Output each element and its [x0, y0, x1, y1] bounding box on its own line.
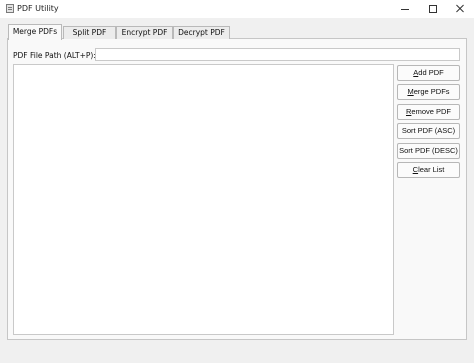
remove-pdf-button[interactable]: Remove PDF [397, 104, 460, 120]
clear-list-button[interactable]: Clear List [397, 162, 460, 178]
pdf-app-icon [6, 4, 14, 13]
merge-pdfs-button[interactable]: Merge PDFs [397, 84, 460, 100]
pdf-file-path-label: PDF File Path (ALT+P): [13, 51, 96, 60]
main-window: PDF Utility Merge PDFs Split PDF Encrypt… [0, 0, 474, 363]
tab-decrypt-pdf[interactable]: Decrypt PDF [173, 26, 230, 39]
sort-pdf-desc-button[interactable]: Sort PDF (DESC) [397, 143, 460, 159]
pdf-file-path-input[interactable] [95, 48, 460, 61]
tab-merge-pdfs[interactable]: Merge PDFs [8, 24, 62, 40]
tab-encrypt-pdf[interactable]: Encrypt PDF [116, 26, 173, 39]
sort-pdf-asc-button[interactable]: Sort PDF (ASC) [397, 123, 460, 139]
pdf-file-list[interactable] [13, 64, 394, 335]
close-icon[interactable] [446, 0, 474, 18]
add-pdf-button[interactable]: Add PDF [397, 65, 460, 81]
window-title: PDF Utility [17, 4, 59, 13]
tab-split-pdf[interactable]: Split PDF [63, 26, 116, 39]
maximize-icon[interactable] [419, 0, 447, 18]
minimize-icon[interactable] [392, 0, 420, 18]
title-bar: PDF Utility [0, 0, 474, 18]
status-bar [0, 345, 474, 363]
